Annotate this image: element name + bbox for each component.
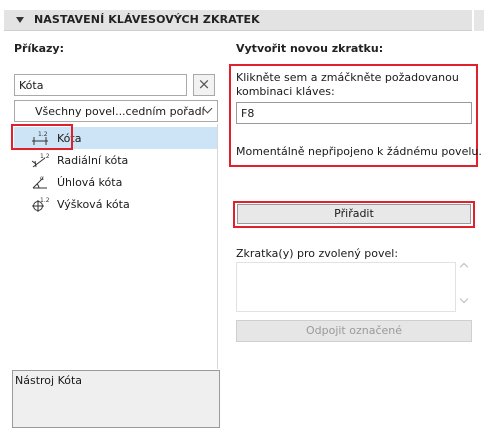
level-dimension-icon: 1.2 [32,197,49,212]
command-list[interactable]: 1.2 Kóta 1.2 Radiální kóta α Úhlová kóta… [14,124,218,369]
assignment-status: Momentálně nepřipojeno k žádnému povelu. [236,145,482,158]
section-title: NASTAVENÍ KLÁVESOVÝCH ZKRATEK [34,13,260,26]
detach-selected-button[interactable]: Odpojit označené [236,320,472,342]
collapse-triangle-icon[interactable] [16,17,24,23]
command-item-uhlova-kota[interactable]: α Úhlová kóta [14,171,217,193]
command-item-label: Výšková kóta [57,198,130,211]
key-capture-hint: Klikněte sem a zmáčkněte požadovanou kom… [236,71,459,98]
search-input-value: Kóta [19,79,44,92]
section-header[interactable]: NASTAVENÍ KLÁVESOVÝCH ZKRATEK [4,10,484,31]
scroll-down-icon[interactable] [459,294,469,304]
new-shortcut-label: Vytvořit novou zkratku: [236,42,384,55]
command-description-text: Nástroj Kóta [15,374,83,387]
sort-order-select[interactable]: Všechny povel...cedním pořadí [14,100,218,122]
selection-highlight-frame [11,124,73,150]
angle-dimension-icon: α [32,175,47,189]
command-item-radialni-kota[interactable]: 1.2 Radiální kóta [14,149,217,171]
shortcut-list[interactable] [236,262,456,312]
command-item-vyskova-kota[interactable]: 1.2 Výšková kóta [14,193,217,215]
scrollbar[interactable] [474,10,484,31]
command-item-label: Radiální kóta [57,154,129,167]
close-icon: × [197,75,211,93]
key-capture-value: F8 [241,107,255,120]
assign-button[interactable]: Přiřadit [237,204,471,224]
clear-search-button[interactable]: × [193,74,215,96]
radial-dimension-icon: 1.2 [31,153,49,168]
key-capture-field[interactable]: F8 [236,102,472,124]
command-item-label: Úhlová kóta [57,176,123,189]
scroll-up-icon[interactable] [459,262,469,272]
search-input[interactable]: Kóta [14,74,187,96]
commands-label: Příkazy: [14,42,64,55]
command-description: Nástroj Kóta [12,370,220,428]
shortcuts-label: Zkratka(y) pro zvolený povel: [236,247,399,260]
sort-order-value: Všechny povel...cedním pořadí [35,105,205,118]
